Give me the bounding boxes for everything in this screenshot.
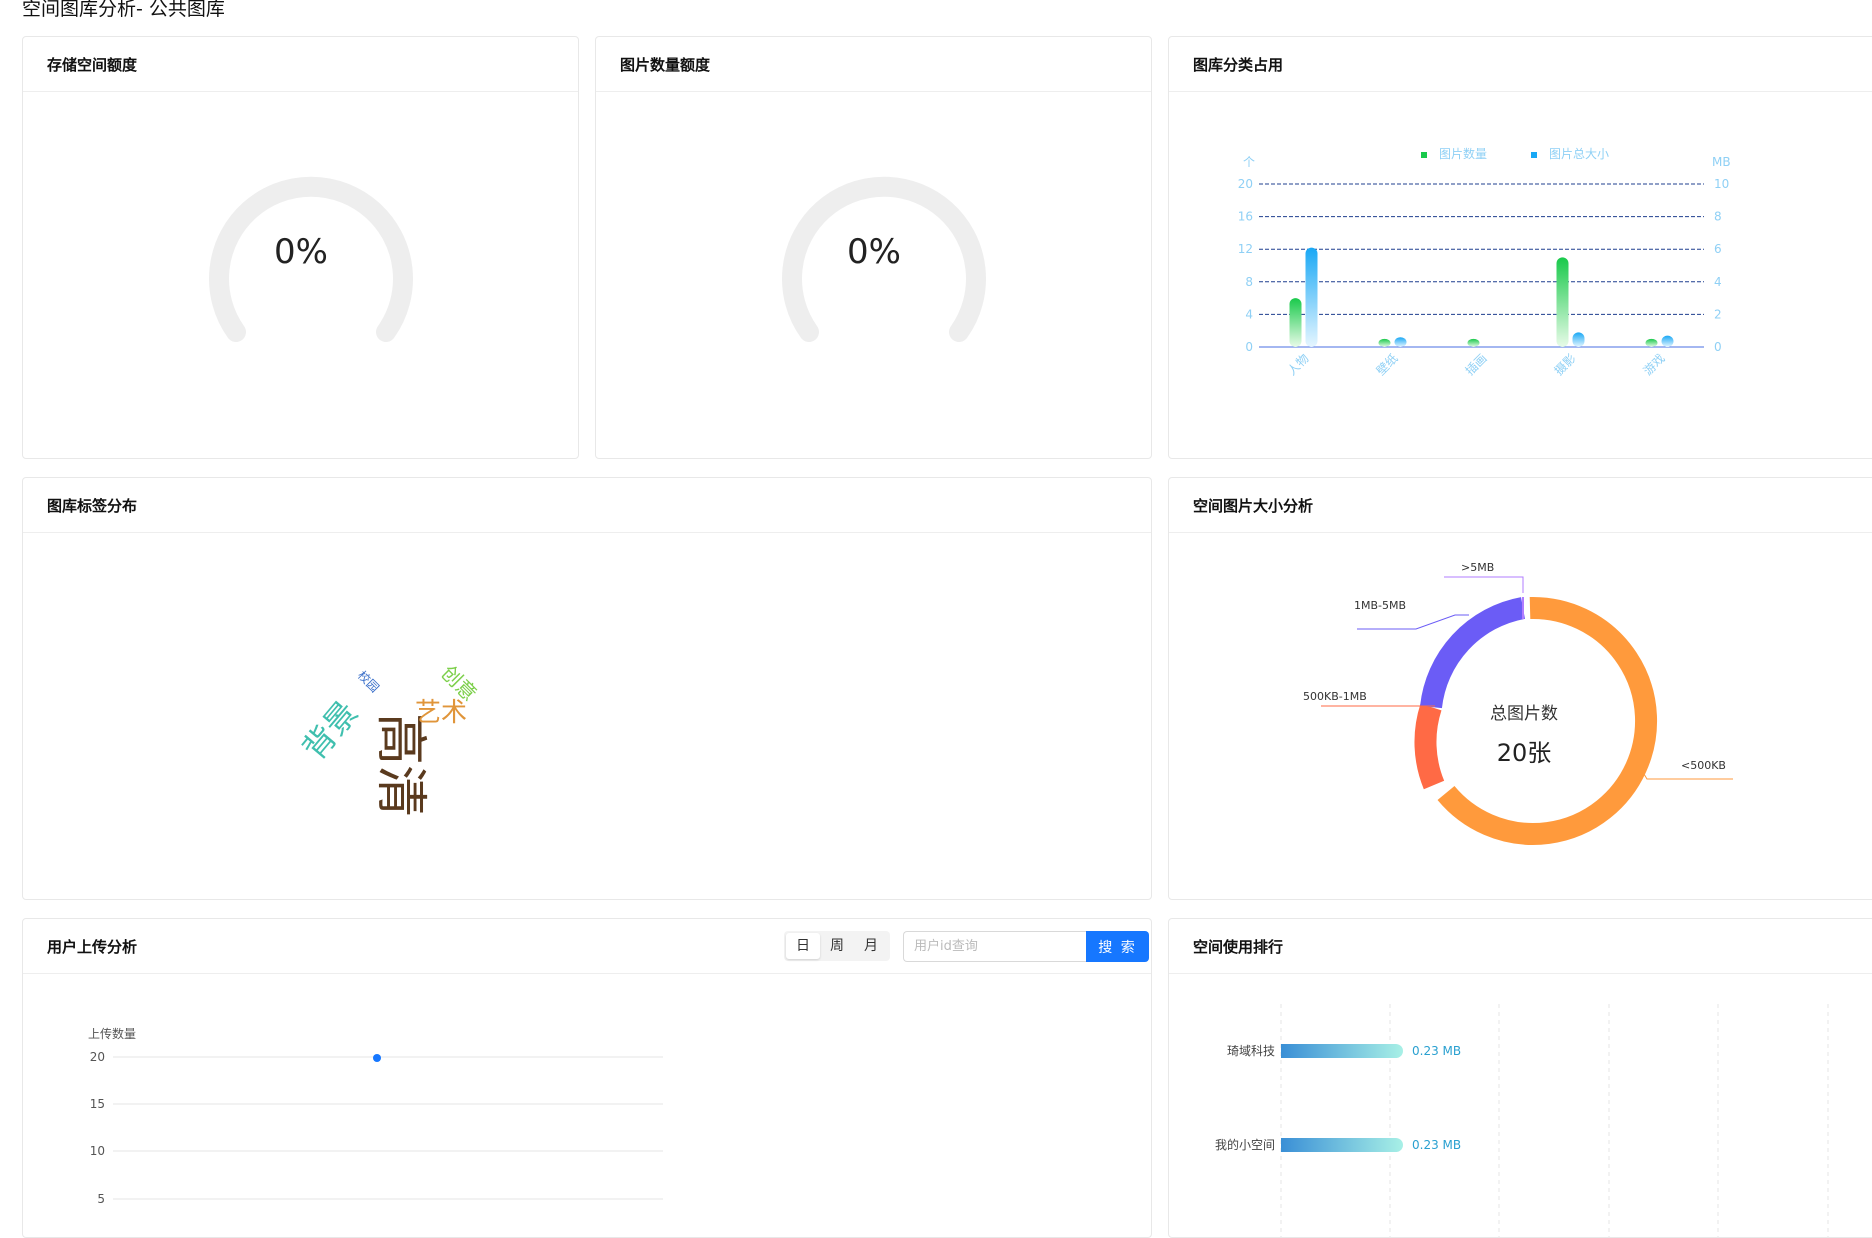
x-axis-category-label: 人物 xyxy=(1285,351,1312,378)
category-usage-card: 图库分类占用 0 0 4 2 8 4 12 6 16 8 20 10 个 MB 人物 壁纸 插画 摄影 游戏 图片… xyxy=(1168,36,1872,459)
y-tick-label: 20 xyxy=(90,1050,105,1064)
left-axis-tick: 0 xyxy=(1245,340,1253,354)
left-axis-tick: 16 xyxy=(1238,210,1253,224)
y-axis-label: 上传数量 xyxy=(88,1026,136,1041)
storage-gauge: 0% xyxy=(209,176,413,342)
left-axis-tick: 12 xyxy=(1238,242,1253,256)
x-axis-category-label: 插画 xyxy=(1463,351,1490,378)
right-axis-tick: 2 xyxy=(1714,307,1722,321)
tag-word: 高清 xyxy=(370,713,430,817)
segment-month[interactable]: 月 xyxy=(854,933,888,959)
image-size-donut: >5MB 1MB-5MB 500KB-1MB <500KB 总图片数 20张 xyxy=(1303,561,1733,845)
bar-total-size xyxy=(1572,332,1585,347)
category-chart: 0 0 4 2 8 4 12 6 16 8 20 10 个 MB 人物 壁纸 插画 摄影 游戏 图片数量 图片总大小 xyxy=(1238,146,1731,379)
category-usage-title: 图库分类占用 xyxy=(1193,55,1284,74)
x-axis-category-label: 摄影 xyxy=(1551,351,1579,379)
slice-label-gt5mb: >5MB xyxy=(1461,561,1494,574)
image-count-gauge-value: 0% xyxy=(847,232,901,272)
tag-word: 校园 xyxy=(355,668,383,696)
donut-center-label: 总图片数 xyxy=(1490,704,1558,724)
slice-label-500kb-1mb: 500KB-1MB xyxy=(1303,690,1367,703)
right-axis-tick: 4 xyxy=(1714,275,1722,289)
image-count-quota-title: 图片数量额度 xyxy=(620,55,711,74)
image-count-gauge: 0% xyxy=(782,176,986,342)
image-size-card: 空间图片大小分析 >5MB 1MB-5MB 500KB-1MB <500KB 总… xyxy=(1168,477,1872,900)
y-tick-label: 15 xyxy=(90,1097,105,1111)
slice-label-lt500kb: <500KB xyxy=(1681,759,1726,772)
user-search: 搜 索 xyxy=(903,931,1149,962)
user-id-search-input[interactable] xyxy=(903,931,1086,962)
left-axis-tick: 20 xyxy=(1238,177,1253,191)
storage-quota-card: 存储空间额度 0% xyxy=(22,36,579,459)
y-tick-label: 5 xyxy=(97,1192,105,1206)
legend-swatch-total-size xyxy=(1531,152,1537,158)
segment-day[interactable]: 日 xyxy=(786,933,820,959)
bar-image-count xyxy=(1467,338,1480,347)
right-axis-tick: 8 xyxy=(1714,210,1722,224)
left-axis-tick: 8 xyxy=(1245,275,1253,289)
tag-word: 背景 xyxy=(295,694,365,767)
left-axis-unit: 个 xyxy=(1243,155,1255,169)
label-line-1mb-5mb xyxy=(1357,614,1469,630)
legend-image-count: 图片数量 xyxy=(1439,146,1487,161)
right-axis-tick: 0 xyxy=(1714,340,1722,354)
y-tick-label: 10 xyxy=(90,1144,105,1158)
donut-slice-500kb-1mb xyxy=(1414,703,1445,790)
tag-word-cloud: 高清 背景 艺术 创意 校园 xyxy=(295,661,482,817)
data-point[interactable] xyxy=(373,1054,381,1062)
donut-slice-1mb-5mb xyxy=(1420,597,1526,709)
x-axis-category-label: 壁纸 xyxy=(1373,351,1401,379)
slice-label-1mb-5mb: 1MB-5MB xyxy=(1354,599,1406,612)
bar-total-size xyxy=(1394,337,1407,347)
image-size-title: 空间图片大小分析 xyxy=(1193,496,1314,515)
bar-image-count xyxy=(1645,338,1658,347)
bar-total-size xyxy=(1661,335,1674,347)
upload-analysis-card: 用户上传分析 日 周 月 搜 索 上传数量 20 15 10 5 xyxy=(22,918,1152,1238)
bar-image-count xyxy=(1378,338,1391,347)
tag-distribution-card: 图库标签分布 高清 背景 艺术 创意 校园 xyxy=(22,477,1152,900)
x-axis-category-label: 游戏 xyxy=(1641,351,1668,378)
page-title: 空间图库分析- 公共图库 xyxy=(22,0,225,20)
bar-image-count xyxy=(1556,257,1569,347)
tag-distribution-title: 图库标签分布 xyxy=(47,496,138,515)
rank-bar xyxy=(1281,1138,1403,1152)
image-count-quota-card: 图片数量额度 0% xyxy=(595,36,1152,459)
legend-swatch-image-count xyxy=(1421,152,1427,158)
upload-line-chart: 上传数量 20 15 10 5 xyxy=(88,1026,663,1206)
donut-center-value: 20张 xyxy=(1497,739,1552,767)
upload-analysis-title: 用户上传分析 xyxy=(47,937,138,956)
right-axis-tick: 6 xyxy=(1714,242,1722,256)
bar-image-count xyxy=(1289,298,1302,347)
rank-value-label: 0.23 MB xyxy=(1412,1044,1461,1058)
right-axis-unit: MB xyxy=(1712,155,1731,169)
storage-quota-title: 存储空间额度 xyxy=(47,55,138,74)
segment-week[interactable]: 周 xyxy=(820,933,854,959)
bar-total-size xyxy=(1305,247,1318,347)
legend-total-size: 图片总大小 xyxy=(1549,147,1609,161)
left-axis-tick: 4 xyxy=(1245,307,1253,321)
space-ranking-card: 空间使用排行 琦域科技 0.23 MB 我的小空间 0.23 MB xyxy=(1168,918,1872,1238)
rank-bar xyxy=(1281,1044,1403,1058)
space-ranking-chart: 琦域科技 0.23 MB 我的小空间 0.23 MB xyxy=(1215,1004,1829,1237)
time-range-segmented: 日 周 月 xyxy=(784,931,890,961)
right-axis-tick: 10 xyxy=(1714,177,1729,191)
tag-word: 艺术 xyxy=(415,698,467,728)
storage-gauge-value: 0% xyxy=(274,232,328,272)
search-button[interactable]: 搜 索 xyxy=(1086,931,1149,962)
space-ranking-title: 空间使用排行 xyxy=(1193,937,1284,956)
label-line-gt5mb xyxy=(1444,576,1524,593)
rank-category-label: 琦域科技 xyxy=(1227,1044,1275,1058)
rank-category-label: 我的小空间 xyxy=(1215,1137,1275,1152)
rank-value-label: 0.23 MB xyxy=(1412,1138,1461,1152)
